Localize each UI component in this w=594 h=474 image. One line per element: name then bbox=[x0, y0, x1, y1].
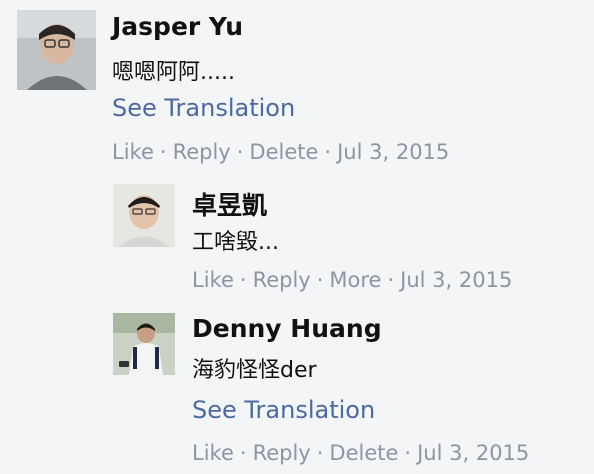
comment-author[interactable]: Denny Huang bbox=[192, 314, 382, 343]
comment-author[interactable]: 卓昱凱 bbox=[192, 186, 267, 222]
reply-button[interactable]: Reply bbox=[253, 441, 311, 465]
comment-text: 嗯嗯阿阿..... bbox=[112, 60, 235, 85]
comment-actions: Like · Reply · Delete · Jul 3, 2015 bbox=[112, 140, 449, 164]
separator: · bbox=[404, 441, 412, 465]
like-button[interactable]: Like bbox=[192, 441, 234, 465]
separator: · bbox=[236, 140, 244, 164]
comment-date: Jul 3, 2015 bbox=[337, 140, 450, 164]
separator: · bbox=[324, 140, 332, 164]
separator: · bbox=[239, 268, 247, 292]
user-photo-icon bbox=[17, 10, 96, 90]
see-translation-link[interactable]: See Translation bbox=[192, 396, 375, 424]
user-photo-icon bbox=[113, 313, 175, 375]
separator: · bbox=[316, 441, 324, 465]
avatar[interactable] bbox=[113, 313, 175, 375]
avatar[interactable] bbox=[113, 184, 175, 247]
separator: · bbox=[387, 268, 395, 292]
comment-date: Jul 3, 2015 bbox=[400, 268, 513, 292]
like-button[interactable]: Like bbox=[112, 140, 154, 164]
see-translation-link[interactable]: See Translation bbox=[112, 94, 295, 122]
comment-text: 海豹怪怪der bbox=[192, 358, 317, 383]
reply-button[interactable]: Reply bbox=[253, 268, 311, 292]
avatar[interactable] bbox=[17, 10, 96, 90]
reply-button[interactable]: Reply bbox=[173, 140, 231, 164]
comment-actions: Like · Reply · Delete · Jul 3, 2015 bbox=[192, 441, 529, 465]
like-button[interactable]: Like bbox=[192, 268, 234, 292]
separator: · bbox=[239, 441, 247, 465]
delete-button[interactable]: Delete bbox=[329, 441, 398, 465]
comment-text: 工啥毀... bbox=[192, 230, 279, 255]
separator: · bbox=[316, 268, 324, 292]
more-button[interactable]: More bbox=[329, 268, 381, 292]
comment-author[interactable]: Jasper Yu bbox=[112, 12, 243, 41]
delete-button[interactable]: Delete bbox=[249, 140, 318, 164]
comment-actions: Like · Reply · More · Jul 3, 2015 bbox=[192, 268, 512, 292]
comment-date: Jul 3, 2015 bbox=[417, 441, 530, 465]
separator: · bbox=[159, 140, 167, 164]
user-photo-icon bbox=[113, 184, 175, 247]
